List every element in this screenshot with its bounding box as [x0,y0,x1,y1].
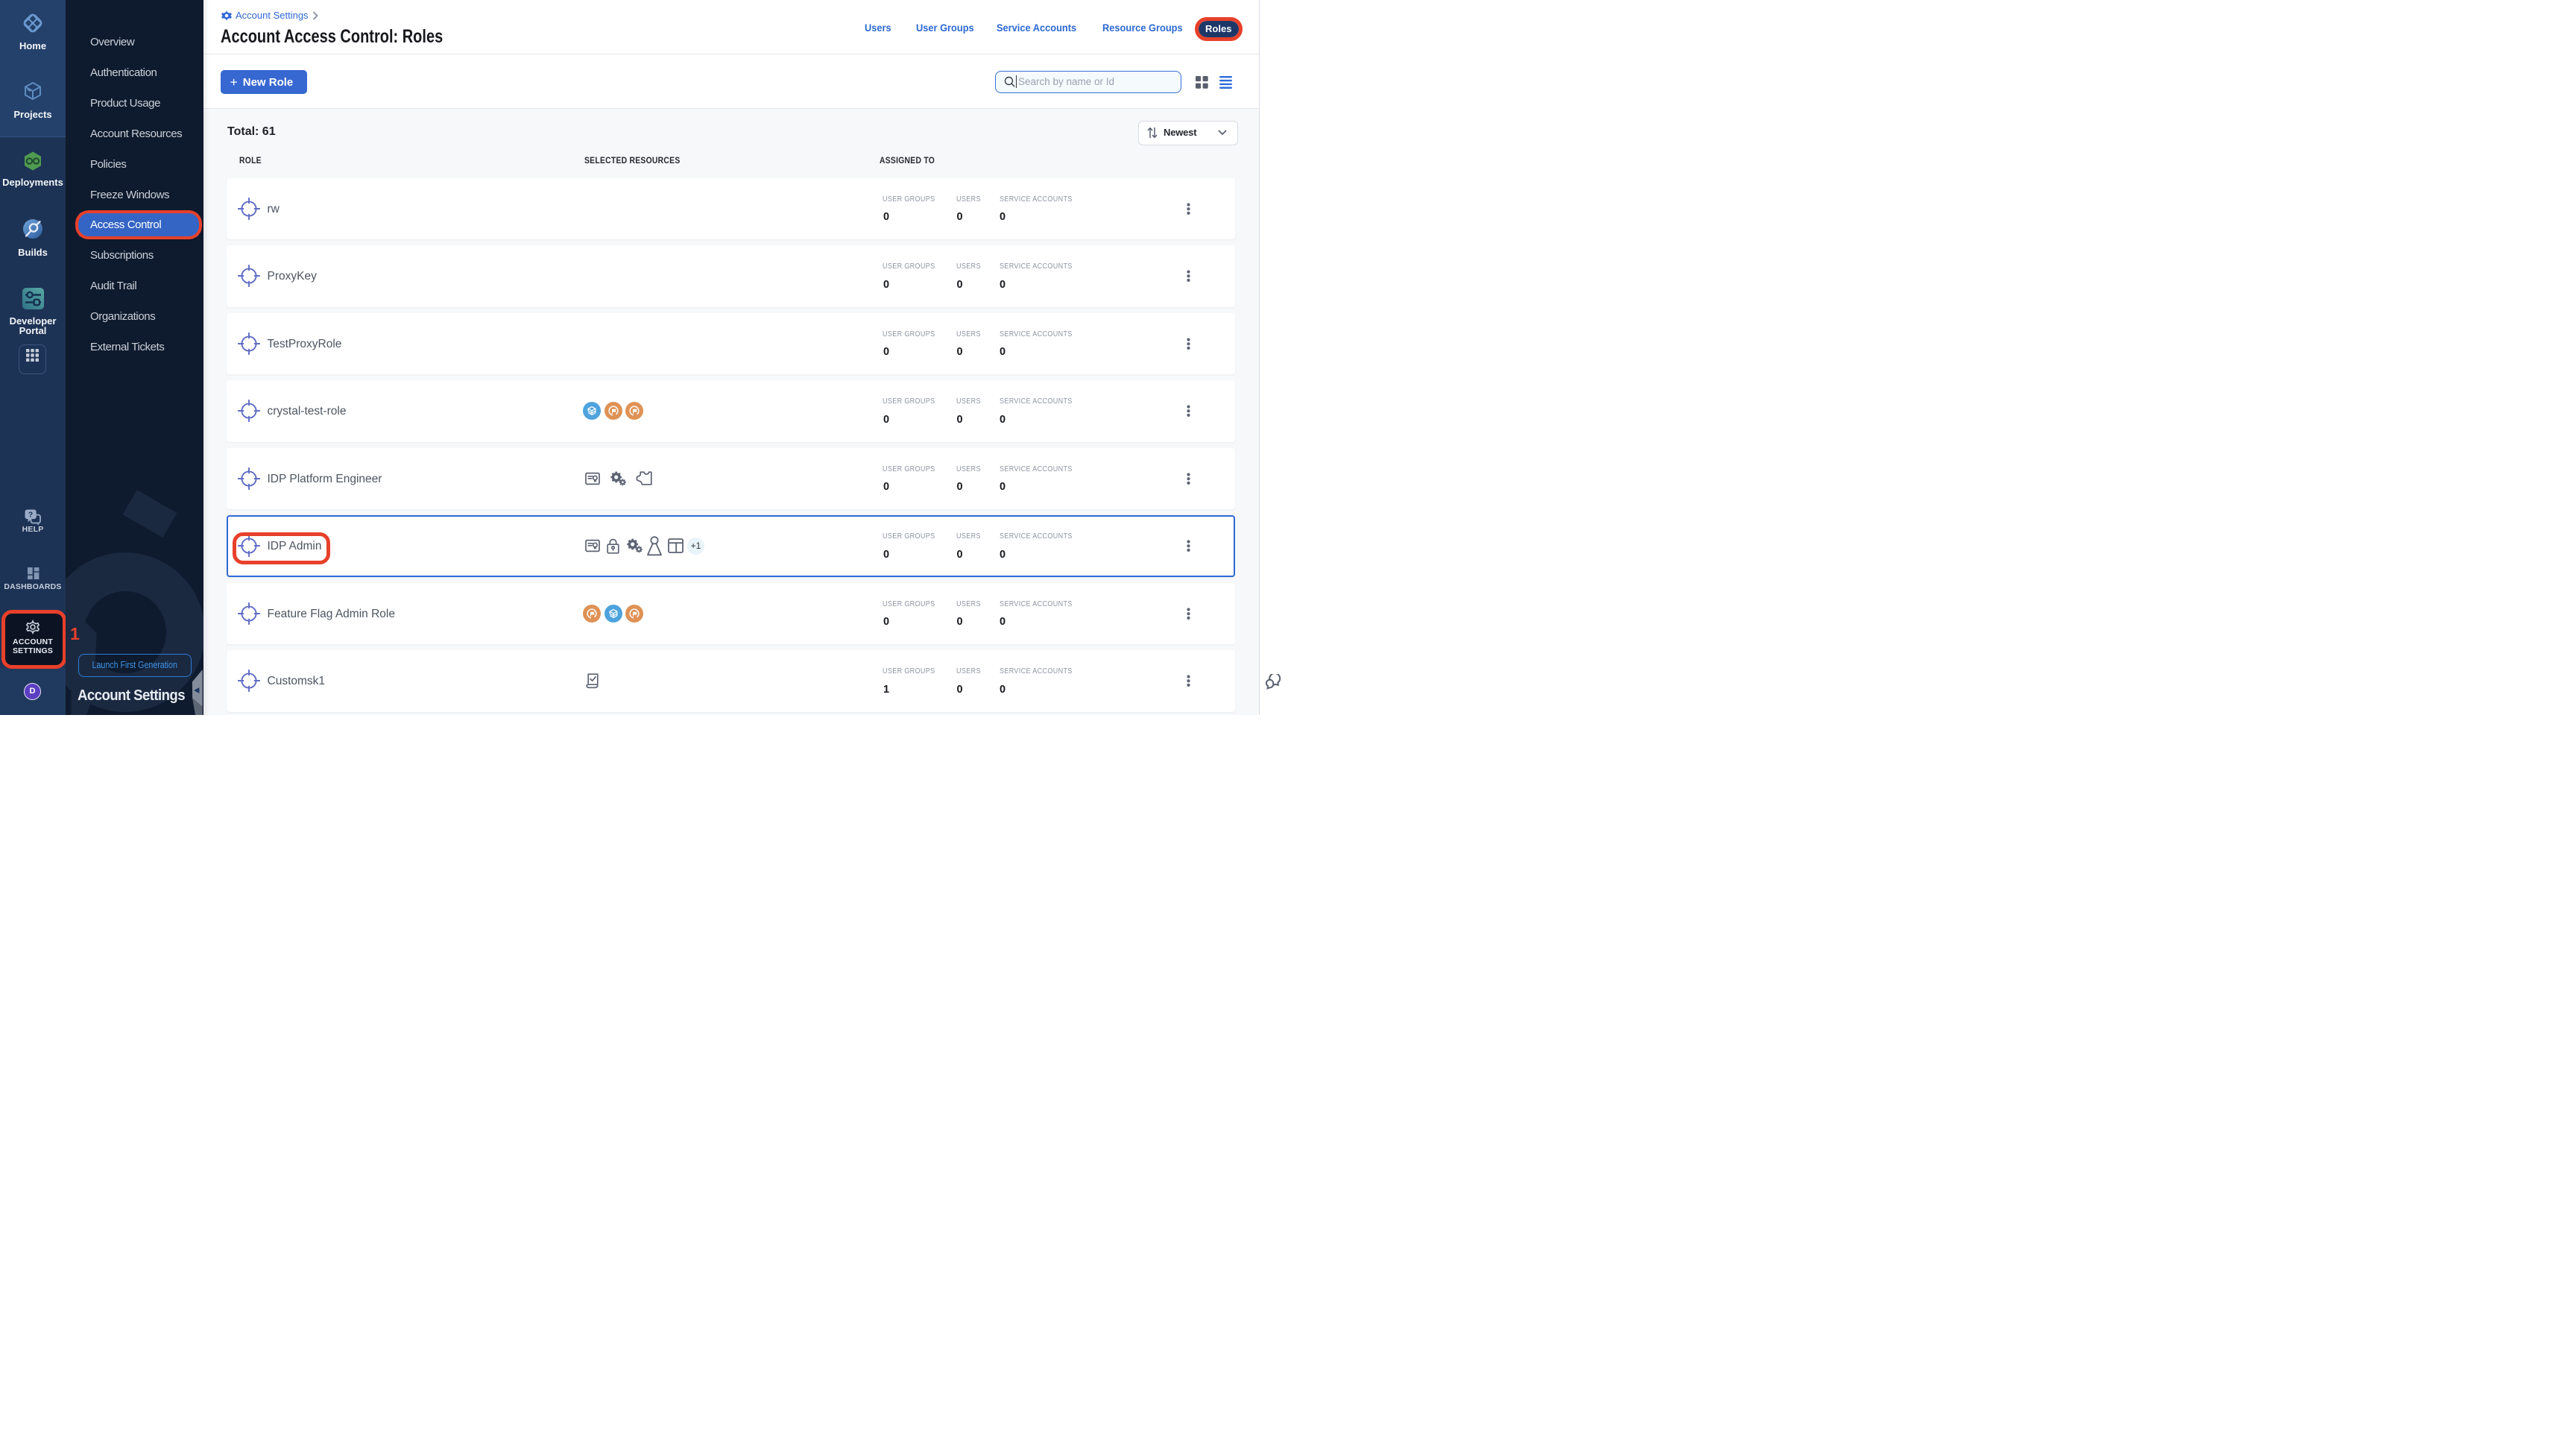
svg-text:?: ? [28,510,33,519]
